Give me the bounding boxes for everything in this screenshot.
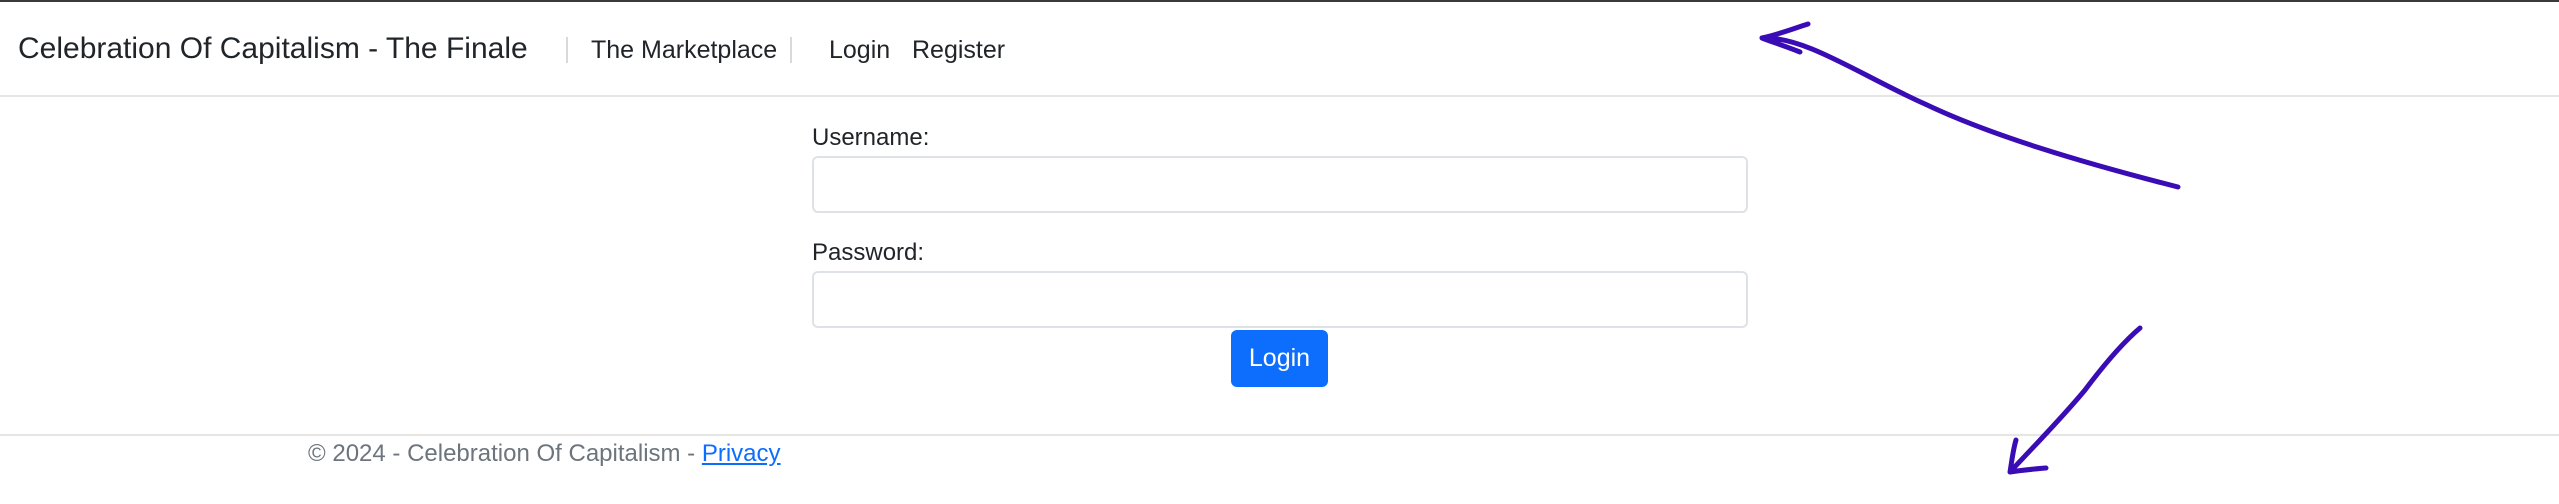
login-button[interactable]: Login [1231,330,1328,387]
nav-link-marketplace[interactable]: The Marketplace [591,36,777,65]
page: Celebration Of Capitalism - The Finale T… [0,0,2559,504]
footer-copyright: © 2024 - Celebration Of Capitalism - [308,440,702,467]
username-input[interactable] [812,156,1748,213]
nav-link-register[interactable]: Register [912,36,1005,65]
username-label: Username: [812,124,930,151]
footer: © 2024 - Celebration Of Capitalism - Pri… [308,440,781,468]
privacy-link[interactable]: Privacy [702,440,781,467]
login-form: Username: Password: [812,122,1748,328]
navbar-divider [566,37,568,63]
navbar-divider [790,37,792,63]
password-input[interactable] [812,271,1748,328]
hand-drawn-arrow-icon [2007,325,2143,475]
footer-divider [0,434,2559,436]
navbar-brand[interactable]: Celebration Of Capitalism - The Finale [18,32,528,66]
nav-link-login[interactable]: Login [829,36,890,65]
password-label: Password: [812,239,925,266]
field-spacer [812,213,1748,237]
navbar: Celebration Of Capitalism - The Finale T… [0,2,2559,97]
